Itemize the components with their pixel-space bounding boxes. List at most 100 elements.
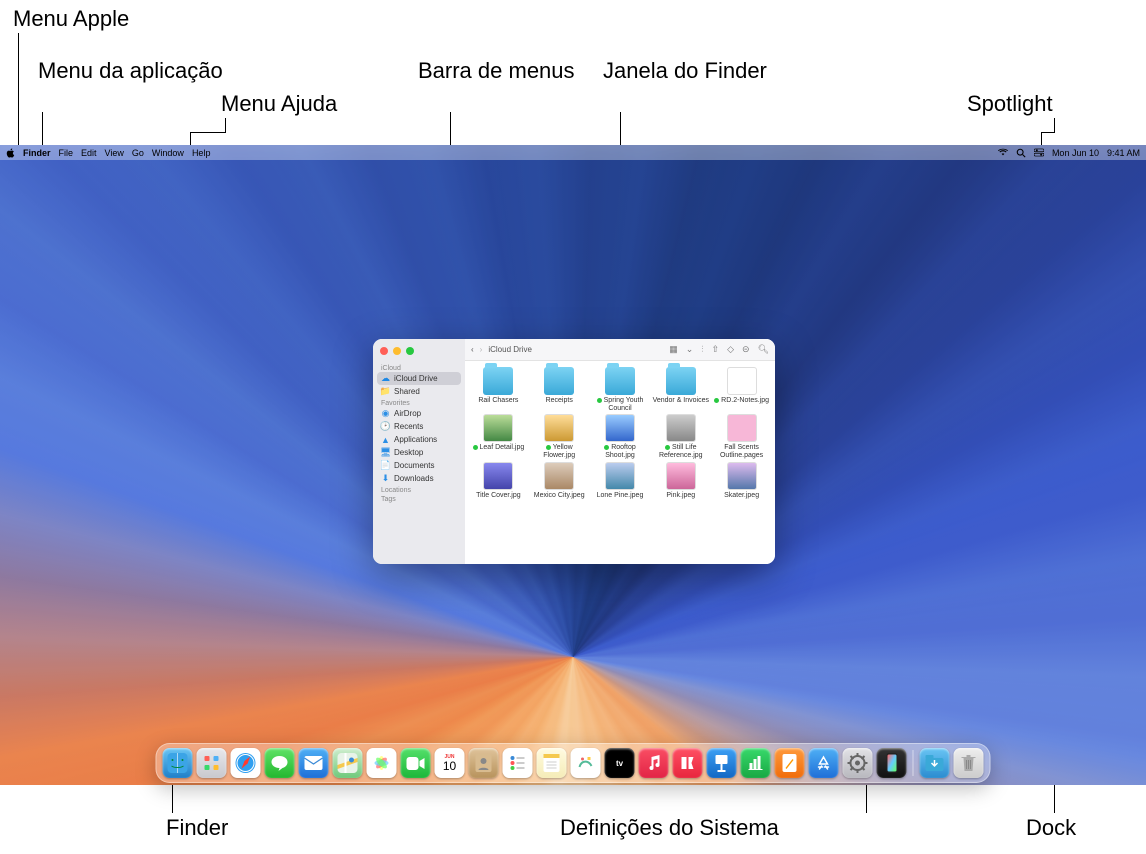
sidebar-item-icloud-drive[interactable]: ☁iCloud Drive xyxy=(377,372,461,385)
sort-icon[interactable]: ⫶ xyxy=(701,344,703,355)
file-item[interactable]: Pink.jpeg xyxy=(651,462,710,500)
menu-file[interactable]: File xyxy=(59,148,74,158)
dock-facetime[interactable] xyxy=(401,748,431,778)
dock-launchpad[interactable] xyxy=(197,748,227,778)
dock-numbers[interactable] xyxy=(741,748,771,778)
finder-content[interactable]: Rail ChasersReceiptsSpring Youth Council… xyxy=(465,361,775,564)
file-label: Yellow Flower.jpg xyxy=(530,444,589,459)
apple-menu-icon[interactable] xyxy=(6,148,15,158)
dock-reminders[interactable] xyxy=(503,748,533,778)
file-item[interactable]: Rooftop Shoot.jpg xyxy=(591,414,650,459)
file-thumbnail xyxy=(666,462,696,490)
callout-finder-window: Janela do Finder xyxy=(603,58,767,84)
file-item[interactable]: Lone Pine.jpeg xyxy=(591,462,650,500)
share-icon[interactable]: ⇧ xyxy=(712,344,720,355)
file-thumbnail xyxy=(483,462,513,490)
finder-window[interactable]: iCloud☁iCloud Drive📁SharedFavorites◉AirD… xyxy=(373,339,775,564)
file-item[interactable]: Skater.jpeg xyxy=(712,462,771,500)
callout-dock: Dock xyxy=(1026,815,1076,841)
dock-tv[interactable]: tv xyxy=(605,748,635,778)
file-item[interactable]: Fall Scents Outline.pages xyxy=(712,414,771,459)
dock-music[interactable] xyxy=(639,748,669,778)
menu-help[interactable]: Help xyxy=(192,148,211,158)
dock-pages[interactable] xyxy=(775,748,805,778)
file-item[interactable]: Vendor & Invoices xyxy=(651,367,710,412)
file-item[interactable]: Yellow Flower.jpg xyxy=(530,414,589,459)
control-center-icon[interactable] xyxy=(1034,148,1044,158)
app-menu[interactable]: Finder xyxy=(23,148,51,158)
dock-freeform[interactable] xyxy=(571,748,601,778)
file-item[interactable]: Title Cover.jpg xyxy=(469,462,528,500)
search-icon[interactable]: 🔍︎ xyxy=(758,344,769,355)
folder-icon xyxy=(483,367,513,395)
back-button[interactable]: ‹ xyxy=(471,345,474,354)
dock: JUN10 tv xyxy=(156,743,991,783)
dock-trash[interactable] xyxy=(954,748,984,778)
doc-icon: 📄 xyxy=(381,461,390,470)
sidebar-item-desktop[interactable]: 🖥Desktop xyxy=(377,446,461,459)
dock-safari[interactable] xyxy=(231,748,261,778)
dock-contacts[interactable] xyxy=(469,748,499,778)
dock-notes[interactable] xyxy=(537,748,567,778)
menu-window[interactable]: Window xyxy=(152,148,184,158)
callout-apple-menu: Menu Apple xyxy=(13,6,129,32)
sidebar-item-label: Downloads xyxy=(394,474,434,483)
file-item[interactable]: Still Life Reference.jpg xyxy=(651,414,710,459)
dock-finder[interactable] xyxy=(163,748,193,778)
sidebar-item-shared[interactable]: 📁Shared xyxy=(377,385,461,398)
sidebar-item-downloads[interactable]: ⬇Downloads xyxy=(377,472,461,485)
dock-mail[interactable] xyxy=(299,748,329,778)
menu-edit[interactable]: Edit xyxy=(81,148,97,158)
action-icon[interactable]: ⊝ xyxy=(742,344,750,355)
sidebar-item-applications[interactable]: ▲Applications xyxy=(377,433,461,446)
dock-messages[interactable] xyxy=(265,748,295,778)
sidebar-item-recents[interactable]: 🕑Recents xyxy=(377,420,461,433)
file-thumbnail xyxy=(605,414,635,442)
file-item[interactable]: Rail Chasers xyxy=(469,367,528,412)
sidebar-item-documents[interactable]: 📄 Documents xyxy=(377,459,461,472)
file-thumbnail xyxy=(605,462,635,490)
spotlight-icon[interactable] xyxy=(1016,148,1026,158)
file-item[interactable]: Receipts xyxy=(530,367,589,412)
menubar-time[interactable]: 9:41 AM xyxy=(1107,148,1140,158)
window-minimize-button[interactable] xyxy=(393,347,401,355)
file-label: RD.2-Notes.jpg xyxy=(714,397,769,405)
file-label: Spring Youth Council xyxy=(591,397,650,412)
file-item[interactable]: RD.2-Notes.jpg xyxy=(712,367,771,412)
file-item[interactable]: Mexico City.jpeg xyxy=(530,462,589,500)
sidebar-item-label: Documents xyxy=(394,461,434,470)
wifi-icon[interactable] xyxy=(998,148,1008,158)
view-mode-icon[interactable]: ▦ xyxy=(669,344,678,355)
dock-appstore[interactable] xyxy=(809,748,839,778)
dock-calendar[interactable]: JUN10 xyxy=(435,748,465,778)
window-close-button[interactable] xyxy=(380,347,388,355)
menu-view[interactable]: View xyxy=(105,148,124,158)
sidebar-section-icloud: iCloud xyxy=(377,363,461,372)
file-label: Vendor & Invoices xyxy=(653,397,709,405)
tag-icon[interactable]: ◇ xyxy=(727,344,734,355)
menu-go[interactable]: Go xyxy=(132,148,144,158)
group-icon[interactable]: ⌄ xyxy=(686,344,694,355)
dock-news[interactable] xyxy=(673,748,703,778)
window-zoom-button[interactable] xyxy=(406,347,414,355)
dock-keynote[interactable] xyxy=(707,748,737,778)
dock-separator xyxy=(913,750,914,776)
dock-system-settings[interactable] xyxy=(843,748,873,778)
dock-maps[interactable] xyxy=(333,748,363,778)
file-label: Still Life Reference.jpg xyxy=(651,444,710,459)
apps-icon: ▲ xyxy=(381,435,390,444)
dock-iphone-mirroring[interactable] xyxy=(877,748,907,778)
menubar-date[interactable]: Mon Jun 10 xyxy=(1052,148,1099,158)
sidebar-item-airdrop[interactable]: ◉AirDrop xyxy=(377,407,461,420)
file-item[interactable]: Spring Youth Council xyxy=(591,367,650,412)
dock-photos[interactable] xyxy=(367,748,397,778)
file-item[interactable]: Leaf Detail.jpg xyxy=(469,414,528,459)
file-label: Fall Scents Outline.pages xyxy=(712,444,771,459)
dock-downloads[interactable] xyxy=(920,748,950,778)
file-thumbnail xyxy=(544,462,574,490)
cloud-icon: ☁ xyxy=(381,374,390,383)
folder-icon xyxy=(666,367,696,395)
sidebar-section-locations: Locations xyxy=(377,485,461,494)
file-thumbnail xyxy=(544,414,574,442)
forward-button[interactable]: › xyxy=(480,345,483,354)
